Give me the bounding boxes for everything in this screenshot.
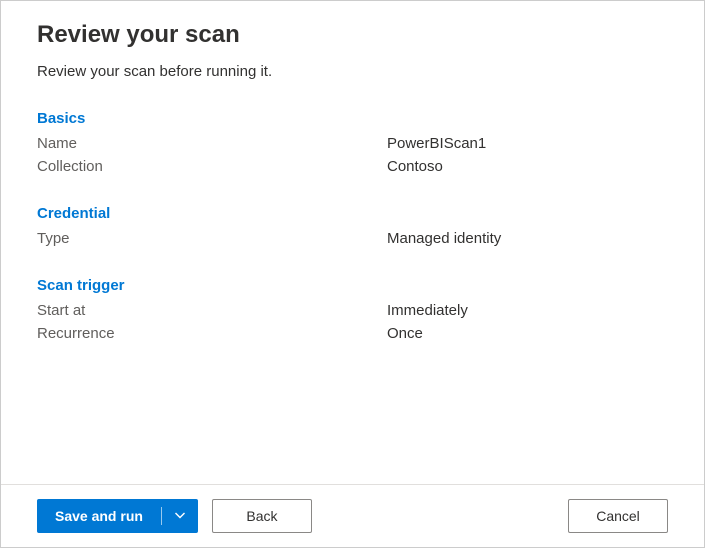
review-scan-panel: Review your scan Review your scan before… bbox=[1, 1, 704, 484]
row-type: Type Managed identity bbox=[37, 230, 668, 247]
save-and-run-split-button: Save and run bbox=[37, 499, 198, 533]
page-title: Review your scan bbox=[37, 21, 668, 49]
cancel-button[interactable]: Cancel bbox=[568, 499, 668, 533]
value-collection: Contoso bbox=[387, 158, 443, 175]
section-heading-basics: Basics bbox=[37, 110, 668, 127]
row-recurrence: Recurrence Once bbox=[37, 325, 668, 342]
chevron-down-icon bbox=[174, 510, 186, 522]
section-scan-trigger: Scan trigger Start at Immediately Recurr… bbox=[37, 277, 668, 342]
footer-bar: Save and run Back Cancel bbox=[1, 484, 704, 547]
section-heading-scan-trigger: Scan trigger bbox=[37, 277, 668, 294]
value-name: PowerBIScan1 bbox=[387, 135, 486, 152]
value-recurrence: Once bbox=[387, 325, 423, 342]
row-collection: Collection Contoso bbox=[37, 158, 668, 175]
label-recurrence: Recurrence bbox=[37, 325, 387, 342]
label-start-at: Start at bbox=[37, 302, 387, 319]
section-credential: Credential Type Managed identity bbox=[37, 205, 668, 247]
back-button[interactable]: Back bbox=[212, 499, 312, 533]
label-collection: Collection bbox=[37, 158, 387, 175]
save-and-run-button[interactable]: Save and run bbox=[37, 499, 161, 533]
label-type: Type bbox=[37, 230, 387, 247]
row-start-at: Start at Immediately bbox=[37, 302, 668, 319]
label-name: Name bbox=[37, 135, 387, 152]
value-type: Managed identity bbox=[387, 230, 501, 247]
section-heading-credential: Credential bbox=[37, 205, 668, 222]
page-subtitle: Review your scan before running it. bbox=[37, 63, 668, 80]
value-start-at: Immediately bbox=[387, 302, 468, 319]
row-name: Name PowerBIScan1 bbox=[37, 135, 668, 152]
save-and-run-chevron-button[interactable] bbox=[162, 499, 198, 533]
section-basics: Basics Name PowerBIScan1 Collection Cont… bbox=[37, 110, 668, 175]
